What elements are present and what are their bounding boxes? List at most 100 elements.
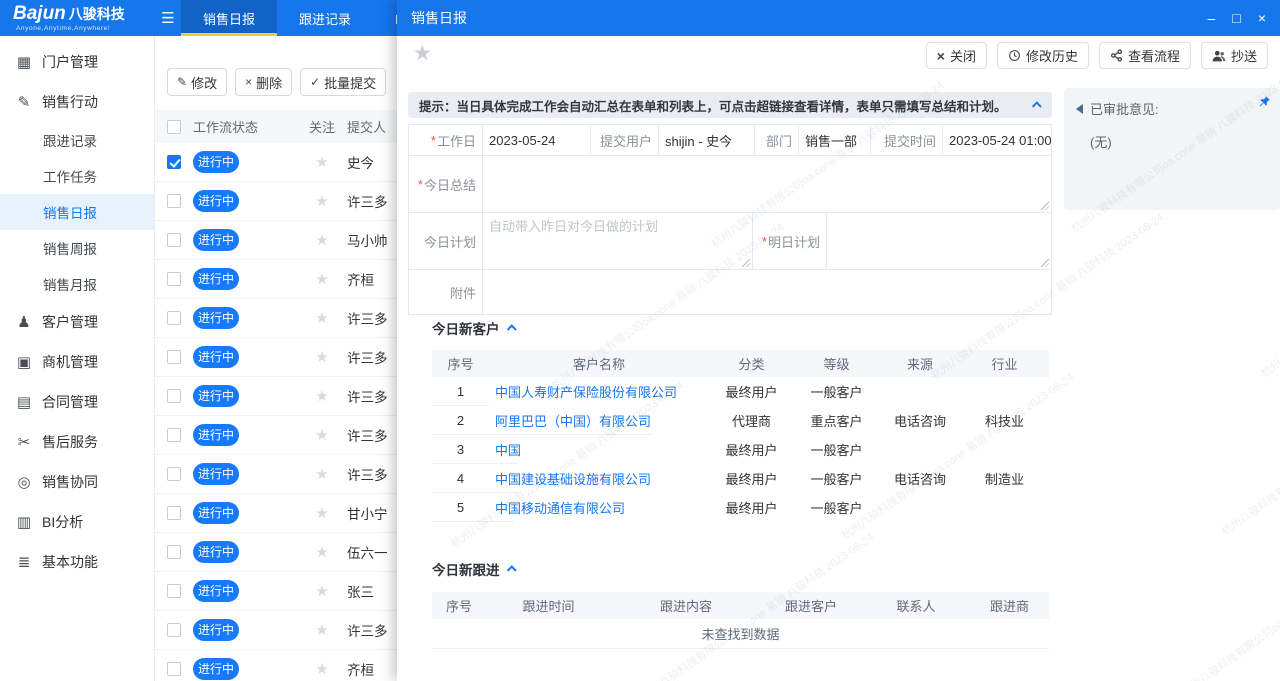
batch-submit-button[interactable]: ✓ 批量提交 bbox=[300, 68, 386, 96]
status-badge[interactable]: 进行中 bbox=[193, 619, 239, 641]
app-logo[interactable]: Bajun 八骏科技 Anyone,Anytime,Anywhere! bbox=[0, 0, 155, 36]
collapse-tip-chevron-up-icon[interactable] bbox=[1032, 101, 1042, 111]
resize-handle[interactable] bbox=[1039, 257, 1049, 267]
status-badge[interactable]: 进行中 bbox=[193, 463, 239, 485]
row-checkbox[interactable] bbox=[167, 311, 181, 325]
star-icon[interactable]: ★ bbox=[305, 231, 339, 249]
customer-link[interactable]: 中国建设基础设施有限公司 bbox=[489, 469, 709, 488]
sidebar-item[interactable]: 销售日报 bbox=[0, 194, 154, 230]
status-badge[interactable]: 进行中 bbox=[193, 307, 239, 329]
sidebar-item[interactable]: 工作任务 bbox=[0, 158, 154, 194]
status-badge[interactable]: 进行中 bbox=[193, 580, 239, 602]
table-row[interactable]: 进行中 ★ 许三多 bbox=[155, 182, 397, 221]
attachment-area[interactable] bbox=[483, 270, 1051, 314]
table-row[interactable]: 进行中 ★ 伍六一 bbox=[155, 533, 397, 572]
table-row[interactable]: 进行中 ★ 许三多 bbox=[155, 377, 397, 416]
row-checkbox[interactable] bbox=[167, 272, 181, 286]
status-badge[interactable]: 进行中 bbox=[193, 346, 239, 368]
star-icon[interactable]: ★ bbox=[305, 621, 339, 639]
status-badge[interactable]: 进行中 bbox=[193, 229, 239, 251]
status-badge[interactable]: 进行中 bbox=[193, 151, 239, 173]
favorite-star-icon[interactable]: ★ bbox=[413, 43, 432, 64]
star-icon[interactable]: ★ bbox=[305, 504, 339, 522]
row-checkbox[interactable] bbox=[167, 155, 181, 169]
work-date-value[interactable]: 2023-05-24 bbox=[483, 125, 591, 155]
customer-link[interactable]: 中国移动通信有限公司 bbox=[489, 498, 709, 517]
select-all-checkbox[interactable] bbox=[167, 120, 181, 134]
star-icon[interactable]: ★ bbox=[305, 153, 339, 171]
table-row[interactable]: 进行中 ★ 许三多 bbox=[155, 611, 397, 650]
row-checkbox[interactable] bbox=[167, 623, 181, 637]
status-badge[interactable]: 进行中 bbox=[193, 541, 239, 563]
table-row[interactable]: 进行中 ★ 齐桓 bbox=[155, 650, 397, 681]
cc-button[interactable]: 抄送 bbox=[1201, 42, 1268, 69]
hamburger-menu-icon[interactable]: ☰ bbox=[155, 0, 181, 36]
sidebar-item[interactable]: ▣ 商机管理 bbox=[0, 342, 154, 382]
collapse-triangle-left-icon[interactable] bbox=[1076, 104, 1083, 114]
top-tab[interactable]: 跟进记录 bbox=[277, 0, 373, 36]
summary-textarea[interactable] bbox=[483, 156, 1051, 212]
star-icon[interactable]: ★ bbox=[305, 192, 339, 210]
sidebar-item[interactable]: ▥ BI分析 bbox=[0, 502, 154, 542]
status-badge[interactable]: 进行中 bbox=[193, 268, 239, 290]
star-icon[interactable]: ★ bbox=[305, 270, 339, 288]
sidebar-item[interactable]: ♟ 客户管理 bbox=[0, 302, 154, 342]
row-checkbox[interactable] bbox=[167, 428, 181, 442]
status-badge[interactable]: 进行中 bbox=[193, 502, 239, 524]
sidebar-item[interactable]: ✂ 售后服务 bbox=[0, 422, 154, 462]
row-checkbox[interactable] bbox=[167, 350, 181, 364]
customer-link[interactable]: 中国人寿财产保险股份有限公司 bbox=[489, 382, 709, 401]
edit-button[interactable]: ✎ 修改 bbox=[167, 68, 227, 96]
sidebar-item[interactable]: ≣ 基本功能 bbox=[0, 542, 154, 582]
close-detail-button[interactable]: × 关闭 bbox=[926, 42, 987, 69]
edit-history-button[interactable]: 修改历史 bbox=[997, 42, 1089, 69]
customer-link[interactable]: 中国 bbox=[489, 440, 709, 459]
resize-handle[interactable] bbox=[1039, 200, 1049, 210]
customer-link[interactable]: 阿里巴巴（中国）有限公司 bbox=[489, 411, 709, 430]
today-plan-input[interactable] bbox=[489, 219, 746, 234]
resize-handle[interactable] bbox=[740, 257, 750, 267]
top-tab[interactable]: 销售日报 bbox=[181, 0, 277, 36]
view-flow-button[interactable]: 查看流程 bbox=[1099, 42, 1191, 69]
table-row[interactable]: 进行中 ★ 张三 bbox=[155, 572, 397, 611]
row-checkbox[interactable] bbox=[167, 194, 181, 208]
row-checkbox[interactable] bbox=[167, 233, 181, 247]
minimize-icon[interactable]: – bbox=[1208, 11, 1216, 25]
star-icon[interactable]: ★ bbox=[305, 309, 339, 327]
table-row[interactable]: 进行中 ★ 甘小宁 bbox=[155, 494, 397, 533]
row-checkbox[interactable] bbox=[167, 545, 181, 559]
table-row[interactable]: 进行中 ★ 许三多 bbox=[155, 299, 397, 338]
row-checkbox[interactable] bbox=[167, 662, 181, 676]
row-checkbox[interactable] bbox=[167, 584, 181, 598]
row-checkbox[interactable] bbox=[167, 389, 181, 403]
close-window-icon[interactable]: × bbox=[1258, 11, 1266, 25]
delete-button[interactable]: × 删除 bbox=[235, 68, 292, 96]
table-row[interactable]: 进行中 ★ 马小帅 bbox=[155, 221, 397, 260]
star-icon[interactable]: ★ bbox=[305, 387, 339, 405]
sidebar-item[interactable]: ◎ 销售协同 bbox=[0, 462, 154, 502]
sidebar-item[interactable]: 跟进记录 bbox=[0, 122, 154, 158]
pin-icon[interactable] bbox=[1258, 95, 1271, 108]
star-icon[interactable]: ★ bbox=[305, 348, 339, 366]
sidebar-item[interactable]: ✎ 销售行动 bbox=[0, 82, 154, 122]
star-icon[interactable]: ★ bbox=[305, 465, 339, 483]
star-icon[interactable]: ★ bbox=[305, 426, 339, 444]
star-icon[interactable]: ★ bbox=[305, 582, 339, 600]
star-icon[interactable]: ★ bbox=[305, 660, 339, 678]
collapse-section-chevron-up-icon[interactable] bbox=[506, 565, 516, 575]
status-badge[interactable]: 进行中 bbox=[193, 658, 239, 680]
status-badge[interactable]: 进行中 bbox=[193, 385, 239, 407]
tomorrow-plan-textarea[interactable] bbox=[827, 213, 1051, 269]
row-checkbox[interactable] bbox=[167, 467, 181, 481]
table-row[interactable]: 进行中 ★ 齐桓 bbox=[155, 260, 397, 299]
status-badge[interactable]: 进行中 bbox=[193, 190, 239, 212]
table-row[interactable]: 进行中 ★ 许三多 bbox=[155, 416, 397, 455]
status-badge[interactable]: 进行中 bbox=[193, 424, 239, 446]
row-checkbox[interactable] bbox=[167, 506, 181, 520]
star-icon[interactable]: ★ bbox=[305, 543, 339, 561]
today-plan-textarea[interactable] bbox=[483, 213, 753, 269]
sidebar-item[interactable]: ▦ 门户管理 bbox=[0, 42, 154, 82]
sidebar-item[interactable]: 销售月报 bbox=[0, 266, 154, 302]
sidebar-item[interactable]: ▤ 合同管理 bbox=[0, 382, 154, 422]
collapse-section-chevron-up-icon[interactable] bbox=[506, 324, 516, 334]
